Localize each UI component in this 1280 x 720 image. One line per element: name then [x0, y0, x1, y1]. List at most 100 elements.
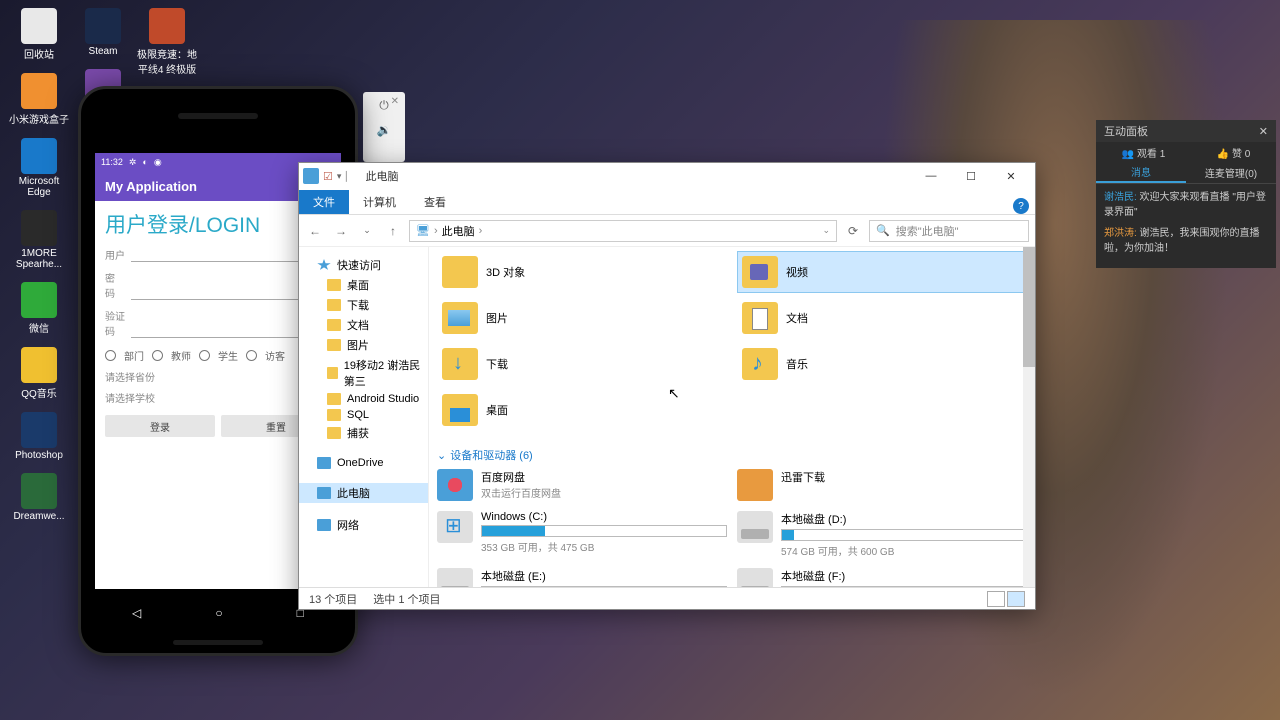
chat-message: 郑洪涛: 谢浩民，我来围观你的直播啦，为你加油！	[1104, 226, 1268, 256]
drive-item[interactable]: 本地磁盘 (F:)450 GB 可用，共 631 GB	[737, 568, 1027, 587]
folder-item[interactable]: 视频	[737, 251, 1027, 293]
chat-message: 谢浩民: 欢迎大家来观看直播 "用户登录界面"	[1104, 190, 1268, 220]
app-item[interactable]: 百度网盘双击运行百度网盘	[437, 469, 727, 501]
scrollbar[interactable]	[1023, 247, 1035, 587]
desktop-icon[interactable]: QQ音乐	[8, 347, 70, 400]
status-icon: ✲	[129, 157, 137, 168]
code-label: 验证码	[105, 308, 131, 338]
breadcrumb[interactable]: 🖥 › 此电脑 › ⌄	[409, 220, 837, 242]
app-item[interactable]: 迅雷下载	[737, 469, 1027, 501]
up-button[interactable]: ↑	[383, 221, 403, 241]
nav-item[interactable]: 19移动2 谢浩民 第三	[299, 355, 428, 391]
view-details-button[interactable]	[987, 591, 1005, 607]
status-icon: ◐	[142, 157, 147, 167]
nav-item[interactable]: Android Studio	[299, 391, 428, 407]
desktop-icon[interactable]: 小米游戏盒子	[8, 73, 70, 126]
radio[interactable]	[199, 350, 210, 361]
tab-connections[interactable]: 连麦管理(0)	[1186, 162, 1276, 183]
titlebar[interactable]: ☑ ▾ │ 此电脑 — ☐ ✕	[299, 163, 1035, 189]
phone-time: 11:32	[101, 157, 123, 167]
nav-onedrive[interactable]: OneDrive	[299, 455, 428, 471]
minimize-button[interactable]: —	[911, 164, 951, 188]
nav-item[interactable]: 捕获	[299, 423, 428, 443]
drive-item[interactable]: 本地磁盘 (E:)610 GB 可用，共 632 GB	[437, 568, 727, 587]
folder-item[interactable]: 桌面	[437, 389, 727, 431]
forward-button[interactable]: →	[331, 221, 351, 241]
qat-dropdown-icon[interactable]: ▾ │	[337, 171, 350, 182]
panel-close-icon[interactable]: ✕	[1259, 125, 1268, 138]
status-icon: ◉	[154, 157, 162, 168]
volume-icon[interactable]: 🔉	[377, 123, 392, 137]
desktop-icon[interactable]: Dreamwe...	[8, 473, 70, 522]
desktop-icon[interactable]: Steam	[72, 8, 134, 57]
emulator-close-icon[interactable]: ✕	[391, 96, 399, 107]
login-button[interactable]: 登录	[105, 415, 215, 437]
radio[interactable]	[152, 350, 163, 361]
crumb-dropdown-icon[interactable]: ⌄	[822, 225, 830, 236]
item-count: 13 个项目	[309, 591, 357, 607]
radio[interactable]	[105, 350, 116, 361]
nav-thispc[interactable]: 此电脑	[299, 483, 428, 503]
folder-item[interactable]: 文档	[737, 297, 1027, 339]
refresh-button[interactable]: ⟳	[843, 221, 863, 241]
nav-item[interactable]: SQL	[299, 407, 428, 423]
back-icon[interactable]: ◁	[132, 606, 141, 620]
power-icon[interactable]: ⏻	[379, 98, 389, 113]
qat-icon[interactable]: ☑	[323, 170, 333, 183]
desktop-icon[interactable]: 回收站	[8, 8, 70, 61]
desktop-icons-col1: 回收站小米游戏盒子 Microsoft Edge 1MORE Spearhe... 微…	[8, 8, 70, 522]
folder-item[interactable]: 3D 对象	[437, 251, 727, 293]
tab-view[interactable]: 查看	[410, 190, 460, 214]
nav-network[interactable]: 网络	[299, 515, 428, 535]
drive-item[interactable]: 本地磁盘 (D:)574 GB 可用，共 600 GB	[737, 511, 1027, 558]
desktop-icon[interactable]: Photoshop	[8, 412, 70, 461]
user-label: 用户	[105, 247, 131, 262]
desktop-icon[interactable]: 微信	[8, 282, 70, 335]
emulator-toolbar: ✕ ⏻ 🔉	[363, 92, 405, 162]
likes-count: 👍 赞 0	[1217, 145, 1251, 160]
tab-computer[interactable]: 计算机	[349, 190, 410, 214]
desktop-icon[interactable]: Microsoft Edge	[8, 138, 70, 198]
desktop-icon[interactable]: 极限竞速：地平线4 终极版	[136, 8, 198, 76]
view-tiles-button[interactable]	[1007, 591, 1025, 607]
tab-file[interactable]: 文件	[299, 190, 349, 214]
nav-item[interactable]: 文档	[299, 315, 428, 335]
search-box[interactable]: 🔍 搜索"此电脑"	[869, 220, 1029, 242]
history-dropdown[interactable]: ⌄	[357, 221, 377, 241]
close-button[interactable]: ✕	[991, 164, 1031, 188]
folder-item[interactable]: 下载	[437, 343, 727, 385]
nav-item[interactable]: 图片	[299, 335, 428, 355]
back-button[interactable]: ←	[305, 221, 325, 241]
pc-icon: 🖥	[416, 224, 430, 237]
radio[interactable]	[246, 350, 257, 361]
selection-count: 选中 1 个项目	[373, 591, 440, 607]
content-pane: 3D 对象视频图片文档下载音乐桌面 ⌄ 设备和驱动器 (6) 百度网盘双击运行百…	[429, 247, 1035, 587]
ribbon: 文件 计算机 查看 ?	[299, 189, 1035, 215]
home-icon[interactable]: ○	[215, 606, 222, 620]
panel-title: 互动面板	[1104, 123, 1148, 139]
address-bar: ← → ⌄ ↑ 🖥 › 此电脑 › ⌄ ⟳ 🔍 搜索"此电脑"	[299, 215, 1035, 247]
help-icon[interactable]: ?	[1013, 198, 1029, 214]
phone-chin	[173, 640, 263, 645]
messages-list: 谢浩民: 欢迎大家来观看直播 "用户登录界面" 郑洪涛: 谢浩民，我来围观你的直播…	[1096, 184, 1276, 268]
folder-item[interactable]: 图片	[437, 297, 727, 339]
statusbar: 13 个项目 选中 1 个项目	[299, 587, 1035, 609]
folder-item[interactable]: 音乐	[737, 343, 1027, 385]
window-title: 此电脑	[366, 168, 399, 184]
nav-quick-access[interactable]: 快速访问	[299, 255, 428, 275]
code-input[interactable]	[131, 324, 318, 338]
explorer-icon	[303, 168, 319, 184]
nav-item[interactable]: 下载	[299, 295, 428, 315]
maximize-button[interactable]: ☐	[951, 164, 991, 188]
drive-item[interactable]: Windows (C:)353 GB 可用，共 475 GB	[437, 511, 727, 558]
drives-grid: 百度网盘双击运行百度网盘迅雷下载 Windows (C:)353 GB 可用，共 …	[437, 469, 1027, 587]
navigation-pane: 快速访问桌面下载文档图片19移动2 谢浩民 第三Android StudioSQ…	[299, 247, 429, 587]
nav-item[interactable]: 桌面	[299, 275, 428, 295]
chevron-down-icon: ⌄	[437, 449, 446, 462]
watching-count: 👥 观看 1	[1122, 145, 1166, 160]
section-header[interactable]: ⌄ 设备和驱动器 (6)	[437, 447, 1027, 463]
explorer-window: ☑ ▾ │ 此电脑 — ☐ ✕ 文件 计算机 查看 ? ← → ⌄ ↑ 🖥 › …	[298, 162, 1036, 610]
desktop-icon[interactable]: 1MORE Spearhe...	[8, 210, 70, 270]
pass-label: 密 码	[105, 270, 131, 300]
tab-messages[interactable]: 消息	[1096, 162, 1186, 183]
